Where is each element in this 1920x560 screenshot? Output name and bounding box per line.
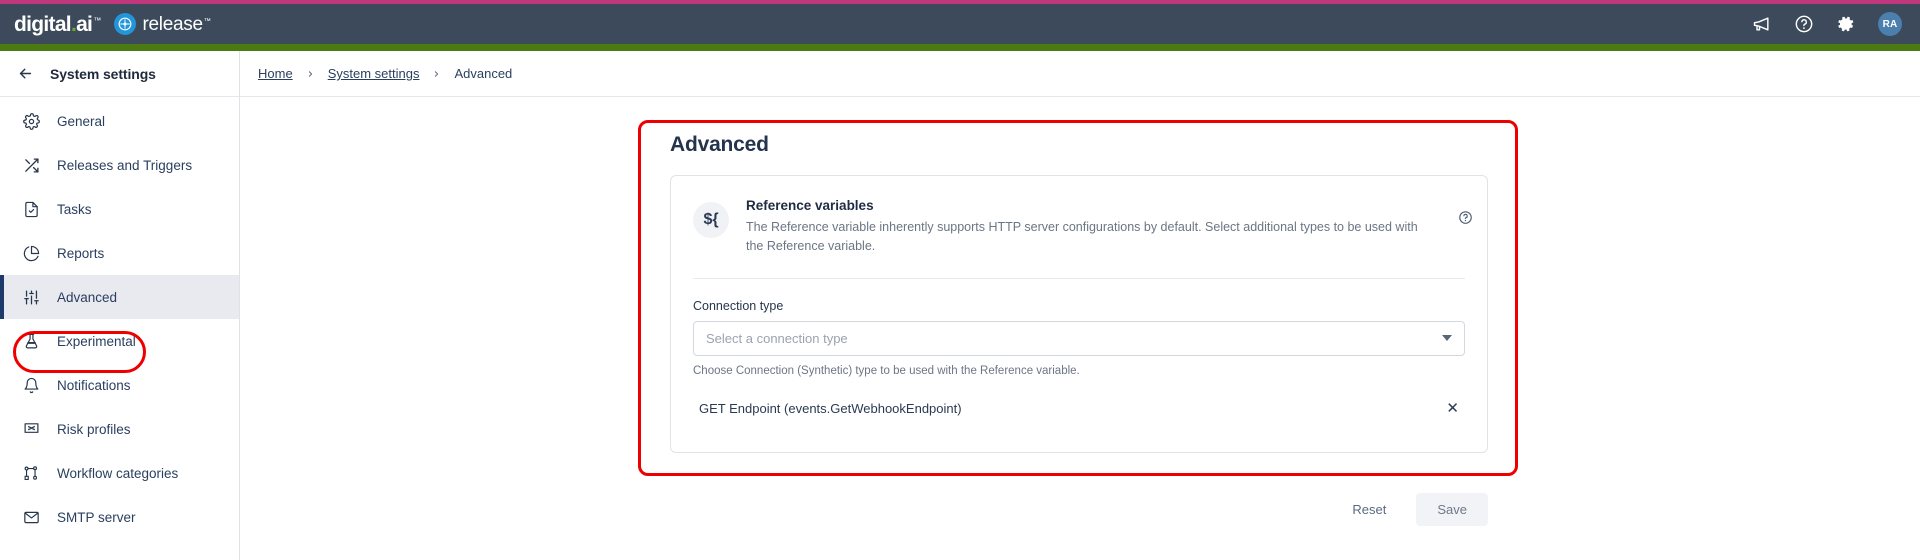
digitalai-wordmark: digital.ai ™ xyxy=(14,14,101,35)
sidebar-title: System settings xyxy=(50,65,156,82)
settings-canvas: Advanced ${ Reference variables The Refe… xyxy=(240,97,1920,560)
breadcrumb-item-system-settings[interactable]: System settings xyxy=(328,66,420,81)
risk-flag-icon xyxy=(22,420,40,438)
workflow-icon xyxy=(22,464,40,482)
breadcrumb: Home System settings Advanced xyxy=(240,51,1920,97)
selected-connection-label: GET Endpoint (events.GetWebhookEndpoint) xyxy=(699,400,962,416)
release-text: release xyxy=(142,13,204,35)
pie-chart-icon xyxy=(22,244,40,262)
breadcrumb-separator xyxy=(432,68,441,80)
connection-type-field: Connection type Select a connection type… xyxy=(671,279,1487,377)
bell-icon xyxy=(22,376,40,394)
advanced-panel: Advanced ${ Reference variables The Refe… xyxy=(653,133,1505,453)
help-circle-icon[interactable] xyxy=(1794,14,1814,34)
content-area: Home System settings Advanced Advanced $… xyxy=(240,51,1920,560)
task-document-icon xyxy=(22,200,40,218)
variable-badge-icon: ${ xyxy=(693,202,729,238)
sidebar-item-workflow-categories[interactable]: Workflow categories xyxy=(0,451,239,495)
sidebar-item-label: Releases and Triggers xyxy=(57,157,193,173)
connection-type-select[interactable]: Select a connection type xyxy=(693,320,1465,356)
sidebar-item-advanced[interactable]: Advanced xyxy=(0,275,239,319)
release-product-mark: release ™ xyxy=(113,13,211,35)
reference-variables-title: Reference variables xyxy=(746,198,874,213)
page-layout: System settings General Releases and Tri… xyxy=(0,51,1920,560)
sidebar-item-label: Tasks xyxy=(57,201,92,217)
connection-type-placeholder: Select a connection type xyxy=(706,330,848,346)
reference-variables-description: The Reference variable inherently suppor… xyxy=(746,220,1418,253)
connection-type-hint: Choose Connection (Synthetic) type to be… xyxy=(693,364,1080,377)
sidebar-header: System settings xyxy=(0,51,239,97)
megaphone-icon[interactable] xyxy=(1752,14,1772,34)
reference-variables-card: ${ Reference variables The Reference var… xyxy=(670,175,1488,453)
breadcrumb-item-home[interactable]: Home xyxy=(258,66,293,81)
avatar[interactable]: RA xyxy=(1878,12,1902,36)
reset-button[interactable]: Reset xyxy=(1334,493,1404,526)
gear-icon[interactable] xyxy=(1836,14,1856,34)
sidebar-item-label: SMTP server xyxy=(57,509,136,525)
gear-icon xyxy=(22,112,40,130)
help-circle-icon[interactable] xyxy=(1458,210,1473,230)
save-button[interactable]: Save xyxy=(1416,493,1488,526)
sidebar-nav: General Releases and Triggers Tasks Repo… xyxy=(0,97,239,539)
sidebar-item-label: Risk profiles xyxy=(57,421,131,437)
sidebar-item-tasks[interactable]: Tasks xyxy=(0,187,239,231)
sidebar-item-label: Reports xyxy=(57,245,105,261)
app-header: digital.ai ™ release ™ RA xyxy=(0,4,1920,44)
brand-logo[interactable]: digital.ai ™ release ™ xyxy=(14,13,211,35)
release-logo-icon xyxy=(113,13,136,35)
sidebar-item-label: General xyxy=(57,113,106,129)
sidebar-item-smtp-server[interactable]: SMTP server xyxy=(0,495,239,539)
sidebar-item-label: Experimental xyxy=(57,333,136,349)
sidebar-item-reports[interactable]: Reports xyxy=(0,231,239,275)
chevron-down-icon xyxy=(1442,335,1452,341)
sidebar-item-label: Notifications xyxy=(57,377,131,393)
trademark-symbol: ™ xyxy=(93,15,101,25)
connection-type-label: Connection type xyxy=(693,298,784,313)
envelope-icon xyxy=(22,508,40,526)
sidebar-item-general[interactable]: General xyxy=(0,99,239,143)
reference-variables-text: Reference variables The Reference variab… xyxy=(746,198,1465,256)
sidebar-item-label: Advanced xyxy=(57,289,118,305)
release-trademark: ™ xyxy=(203,17,211,25)
breadcrumb-separator xyxy=(306,68,315,80)
shuffle-icon xyxy=(22,156,40,174)
close-icon[interactable]: ✕ xyxy=(1440,399,1465,418)
header-green-bar xyxy=(0,44,1920,51)
sidebar-item-releases-and-triggers[interactable]: Releases and Triggers xyxy=(0,143,239,187)
sliders-icon xyxy=(22,288,40,306)
selected-connection-item: GET Endpoint (events.GetWebhookEndpoint)… xyxy=(671,377,1487,418)
sidebar-item-risk-profiles[interactable]: Risk profiles xyxy=(0,407,239,451)
back-arrow-icon[interactable] xyxy=(17,65,34,82)
release-wordmark: release ™ xyxy=(143,15,211,34)
sidebar-item-experimental[interactable]: Experimental xyxy=(0,319,239,363)
flask-icon xyxy=(22,332,40,350)
digitalai-text: digital.ai xyxy=(14,12,93,36)
form-actions: Reset Save xyxy=(653,493,1505,526)
page-title: Advanced xyxy=(670,133,769,156)
reference-variables-header: ${ Reference variables The Reference var… xyxy=(671,198,1487,256)
sidebar-item-label: Workflow categories xyxy=(57,465,179,481)
sidebar-item-notifications[interactable]: Notifications xyxy=(0,363,239,407)
sidebar: System settings General Releases and Tri… xyxy=(0,51,240,560)
breadcrumb-item-advanced: Advanced xyxy=(454,66,513,81)
header-actions: RA xyxy=(1752,12,1902,36)
